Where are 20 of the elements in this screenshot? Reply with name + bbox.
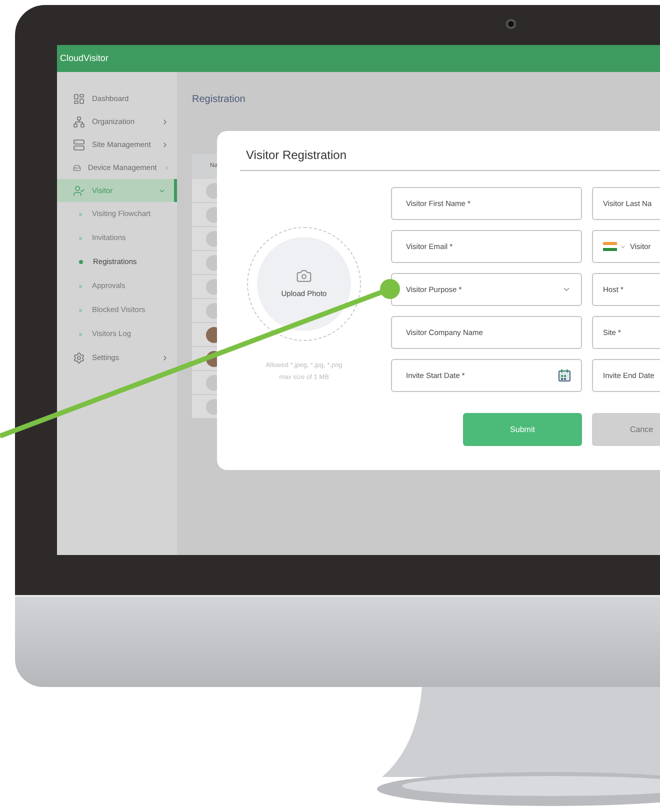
flag-icon: [603, 242, 617, 251]
page-title: Registration: [192, 93, 246, 107]
chevron-down-icon: [562, 285, 571, 294]
chevron-right-icon: [164, 164, 169, 172]
menu-icon: [73, 116, 85, 128]
camera-icon: [506, 19, 516, 29]
cancel-button[interactable]: Cance: [592, 413, 660, 446]
calendar-icon: [558, 369, 571, 382]
menu-icon: [73, 92, 85, 104]
submit-button[interactable]: Submit: [463, 413, 582, 446]
chevron-right-icon: [161, 140, 169, 148]
camera-plus-icon: [296, 268, 312, 284]
chevron-right-icon: [161, 354, 169, 362]
chevron-down-icon: [620, 244, 626, 250]
menu-icon: [73, 352, 85, 364]
app-title: CloudVisitor: [60, 52, 108, 65]
dialog-title: Visitor Registration: [245, 147, 348, 162]
chevron-right-icon: [161, 118, 169, 126]
menu-icon: [73, 184, 85, 196]
menu-icon: [73, 138, 85, 150]
